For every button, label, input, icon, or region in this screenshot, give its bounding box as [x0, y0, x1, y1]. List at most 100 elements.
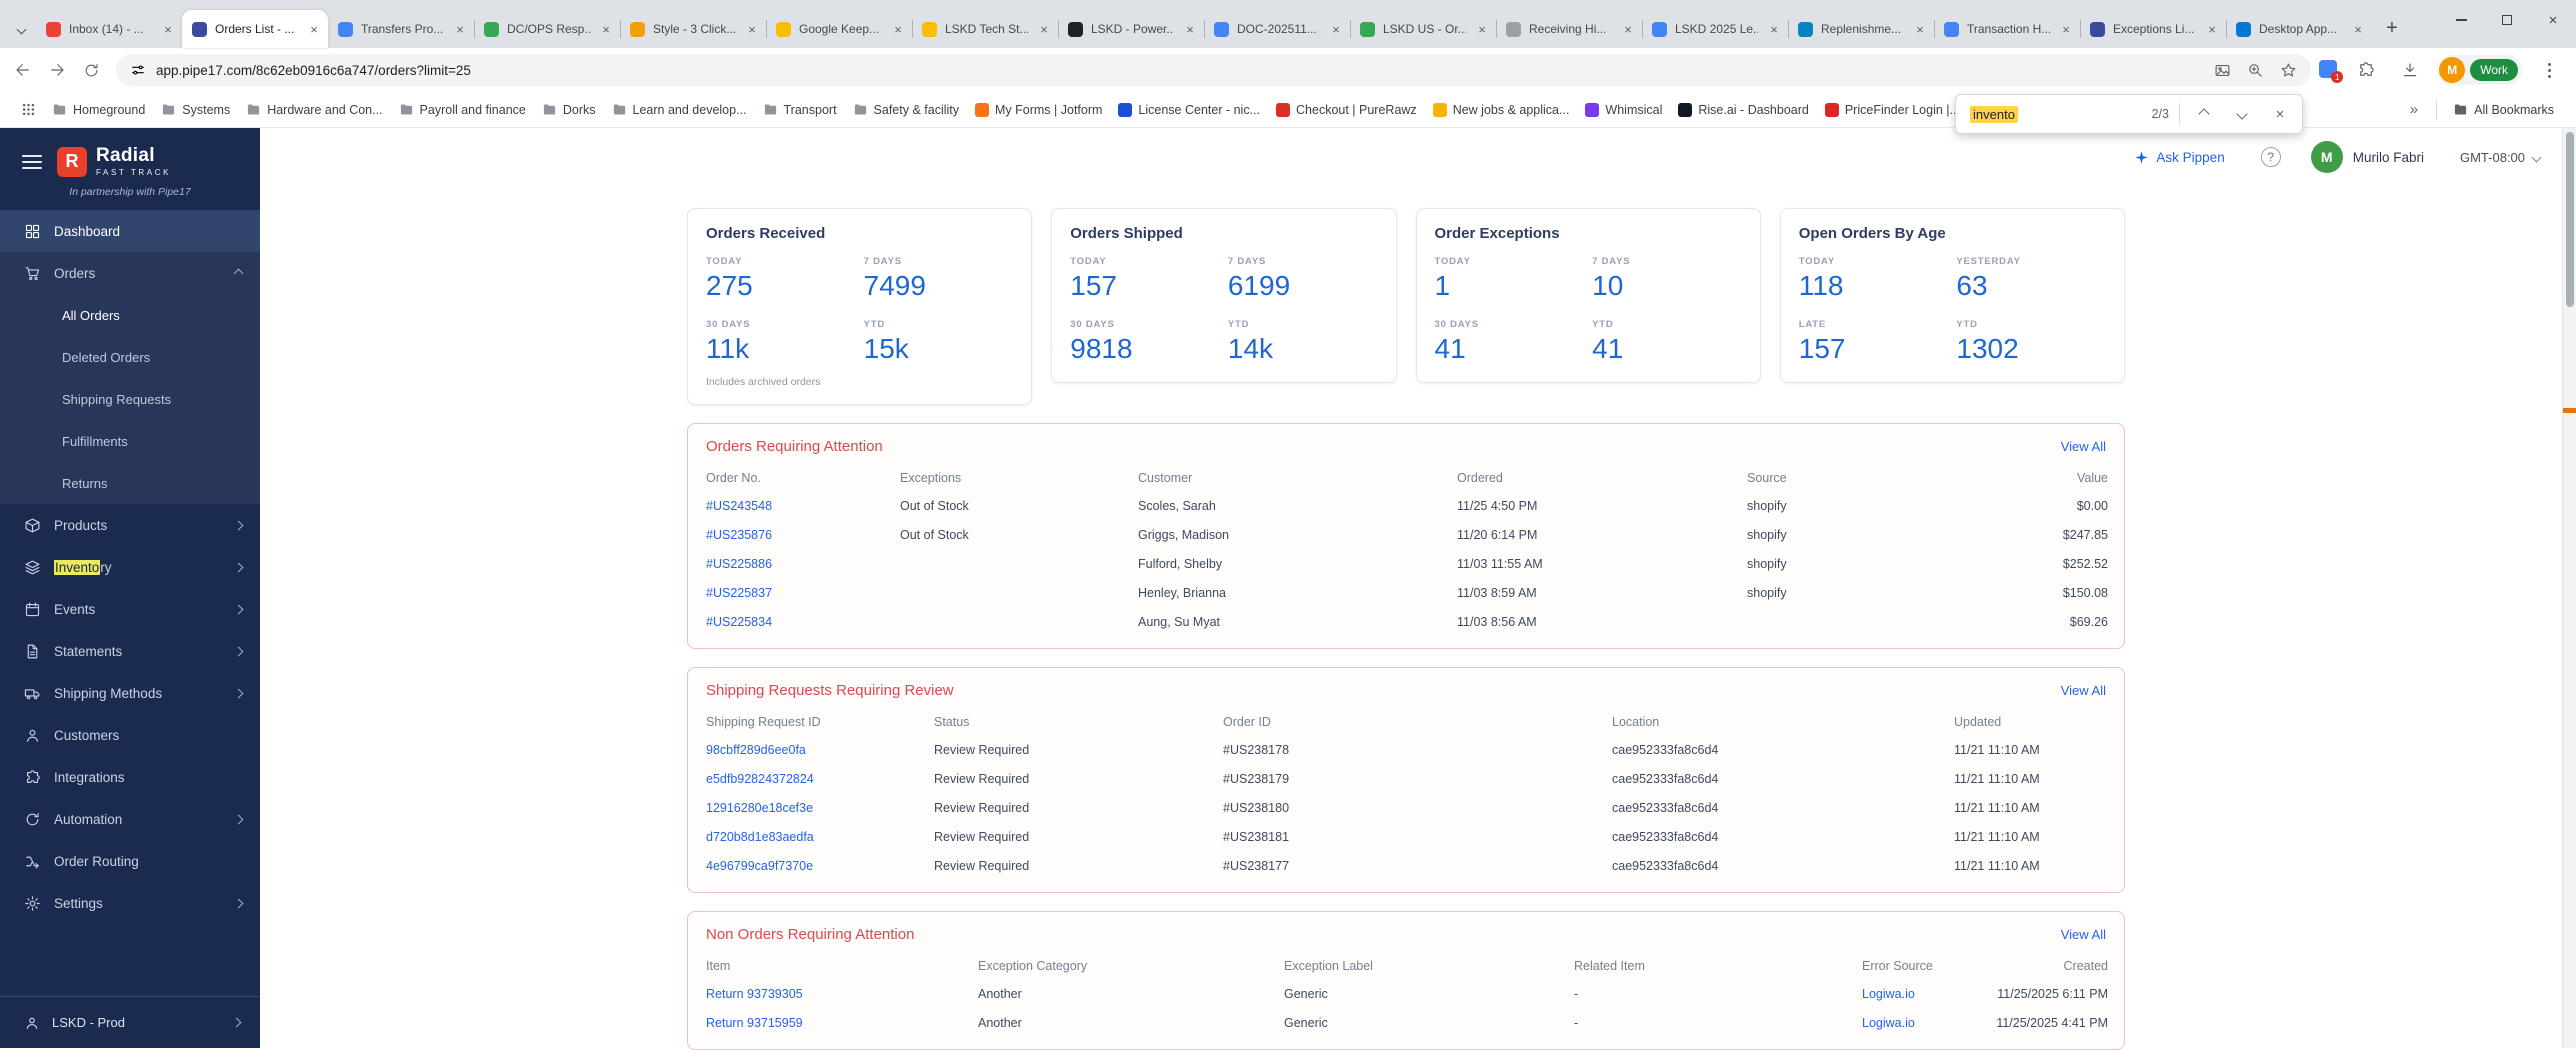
stat-value[interactable]: 41 — [1592, 332, 1742, 366]
browser-tab[interactable]: Replenishme... × — [1788, 10, 1934, 48]
stat-value[interactable]: 6199 — [1228, 269, 1378, 303]
stat-value[interactable]: 118 — [1799, 269, 1949, 303]
tab-close-icon[interactable]: × — [598, 21, 614, 37]
find-close-button[interactable]: × — [2266, 100, 2294, 128]
shipping-request-link[interactable]: d720b8d1e83aedfa — [706, 830, 814, 844]
table-row[interactable]: #US225886 Fulford, Shelby 11/03 11:55 AM… — [706, 549, 2108, 578]
tab-close-icon[interactable]: × — [306, 21, 322, 37]
bookmark-item[interactable]: Rise.ai - Dashboard — [1670, 99, 1816, 121]
shipping-request-link[interactable]: 4e96799ca9f7370e — [706, 859, 813, 873]
bookmark-item[interactable]: Dorks — [534, 98, 604, 121]
find-previous-button[interactable] — [2190, 100, 2218, 128]
bookmark-item[interactable]: Systems — [153, 98, 238, 121]
table-row[interactable]: #US235876 Out of Stock Griggs, Madison 1… — [706, 520, 2108, 549]
find-next-button[interactable] — [2228, 100, 2256, 128]
ask-pippen-button[interactable]: Ask Pippen — [2134, 150, 2224, 165]
bookmark-item[interactable]: Homeground — [44, 98, 153, 121]
back-button[interactable] — [6, 53, 40, 87]
shipping-request-link[interactable]: 12916280e18cef3e — [706, 801, 813, 815]
tab-close-icon[interactable]: × — [1036, 21, 1052, 37]
forward-button[interactable] — [40, 53, 74, 87]
view-all-link[interactable]: View All — [2061, 927, 2106, 942]
stat-value[interactable]: 63 — [1956, 269, 2106, 303]
stat-value[interactable]: 157 — [1070, 269, 1220, 303]
sidebar-item-statements[interactable]: Statements — [0, 630, 260, 672]
table-row[interactable]: e5dfb92824372824 Review Required #US2381… — [706, 764, 2108, 793]
bookmark-item[interactable]: Payroll and finance — [391, 98, 534, 121]
reload-button[interactable] — [74, 53, 108, 87]
order-link[interactable]: #US225886 — [706, 557, 772, 571]
sidebar-item-integrations[interactable]: Integrations — [0, 756, 260, 798]
stat-value[interactable]: 15k — [864, 332, 1014, 366]
bookmark-star-icon[interactable] — [2280, 62, 2297, 79]
user-menu[interactable]: M Murilo Fabri — [2311, 141, 2424, 173]
table-row[interactable]: 98cbff289d6ee0fa Review Required #US2381… — [706, 735, 2108, 764]
browser-menu-button[interactable] — [2532, 53, 2566, 87]
tab-close-icon[interactable]: × — [2204, 21, 2220, 37]
stat-value[interactable]: 275 — [706, 269, 856, 303]
order-link[interactable]: #US225834 — [706, 615, 772, 629]
sidebar-item-shipping-requests[interactable]: Shipping Requests — [0, 378, 260, 420]
tab-close-icon[interactable]: × — [1474, 21, 1490, 37]
tab-close-icon[interactable]: × — [744, 21, 760, 37]
bookmark-item[interactable]: New jobs & applica... — [1425, 99, 1578, 121]
site-info-icon[interactable] — [130, 62, 146, 78]
browser-tab[interactable]: LSKD Tech St... × — [912, 10, 1058, 48]
view-all-link[interactable]: View All — [2061, 439, 2106, 454]
tab-close-icon[interactable]: × — [1912, 21, 1928, 37]
sidebar-item-fulfillments[interactable]: Fulfillments — [0, 420, 260, 462]
bookmark-item[interactable]: Transport — [755, 98, 845, 121]
bookmark-item[interactable]: License Center - nic... — [1110, 99, 1268, 121]
sidebar-item-orders[interactable]: Orders — [0, 252, 260, 294]
profile-chip[interactable]: M Work — [2437, 55, 2522, 85]
page-scrollbar[interactable] — [2562, 128, 2576, 1048]
stat-value[interactable]: 157 — [1799, 332, 1949, 366]
sidebar-item-returns[interactable]: Returns — [0, 462, 260, 504]
table-row[interactable]: #US243548 Out of Stock Scoles, Sarah 11/… — [706, 491, 2108, 520]
bookmark-item[interactable]: My Forms | Jotform — [967, 99, 1110, 121]
table-row[interactable]: #US225837 Henley, Brianna 11/03 8:59 AM … — [706, 578, 2108, 607]
bookmark-item[interactable]: Learn and develop... — [604, 98, 755, 121]
downloads-button[interactable] — [2393, 53, 2427, 87]
new-tab-button[interactable]: + — [2378, 14, 2406, 42]
tab-close-icon[interactable]: × — [452, 21, 468, 37]
bookmark-item[interactable]: Hardware and Con... — [238, 98, 390, 121]
extensions-button[interactable] — [2349, 53, 2383, 87]
browser-tab[interactable]: LSKD - Power... × — [1058, 10, 1204, 48]
address-bar[interactable]: app.pipe17.com/8c62eb0916c6a747/orders?l… — [116, 54, 2311, 86]
sidebar-item-order-routing[interactable]: Order Routing — [0, 840, 260, 882]
tab-close-icon[interactable]: × — [2058, 21, 2074, 37]
table-row[interactable]: 4e96799ca9f7370e Review Required #US2381… — [706, 851, 2108, 880]
tab-close-icon[interactable]: × — [1328, 21, 1344, 37]
browser-tab[interactable]: Transfers Pro... × — [328, 10, 474, 48]
all-bookmarks-button[interactable]: All Bookmarks — [2445, 98, 2562, 121]
browser-tab[interactable]: Exceptions Li... × — [2080, 10, 2226, 48]
tab-close-icon[interactable]: × — [1766, 21, 1782, 37]
close-button[interactable]: × — [2530, 0, 2576, 40]
find-in-page-bar[interactable]: invento 2/3 × — [1955, 94, 2303, 134]
timezone-selector[interactable]: GMT-08:00 — [2460, 150, 2540, 165]
help-button[interactable]: ? — [2261, 147, 2281, 167]
sidebar-item-products[interactable]: Products — [0, 504, 260, 546]
table-row[interactable]: d720b8d1e83aedfa Review Required #US2381… — [706, 822, 2108, 851]
sidebar-item-inventory[interactable]: Inventory — [0, 546, 260, 588]
minimize-button[interactable] — [2438, 0, 2484, 40]
stat-value[interactable]: 9818 — [1070, 332, 1220, 366]
browser-tab[interactable]: Orders List - ... × — [182, 10, 328, 48]
error-source-link[interactable]: Logiwa.io — [1862, 987, 1915, 1001]
order-link[interactable]: #US225837 — [706, 586, 772, 600]
extension-icon[interactable]: 1 — [2319, 60, 2339, 80]
error-source-link[interactable]: Logiwa.io — [1862, 1016, 1915, 1030]
lens-icon[interactable] — [2214, 62, 2231, 79]
sidebar-toggle-button[interactable] — [22, 155, 42, 169]
stat-value[interactable]: 11k — [706, 332, 856, 366]
tab-close-icon[interactable]: × — [890, 21, 906, 37]
bookmarks-overflow-button[interactable]: » — [2400, 101, 2428, 118]
table-row[interactable]: Return 93715959 Another Generic - Logiwa… — [706, 1008, 2108, 1037]
view-all-link[interactable]: View All — [2061, 683, 2106, 698]
find-query-input[interactable]: invento — [1970, 106, 2018, 123]
bookmark-item[interactable]: Whimsical — [1577, 99, 1670, 121]
browser-tab[interactable]: Google Keep... × — [766, 10, 912, 48]
browser-tab[interactable]: Receiving Hi... × — [1496, 10, 1642, 48]
stat-value[interactable]: 7499 — [864, 269, 1014, 303]
